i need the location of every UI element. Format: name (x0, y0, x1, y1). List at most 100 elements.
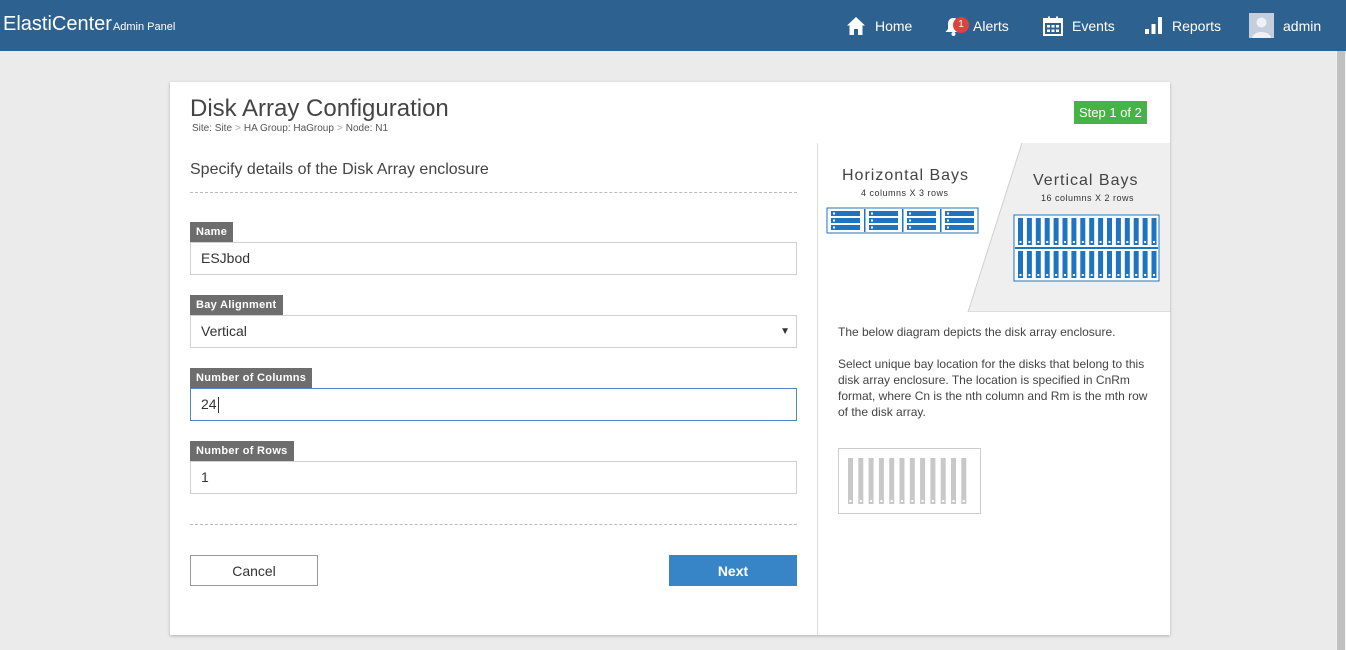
rows-input[interactable]: 1 (190, 461, 797, 494)
page-title: Disk Array Configuration (190, 95, 449, 122)
bay-slot (858, 458, 864, 504)
bay-slot-led (1081, 274, 1084, 276)
bay-slot (878, 458, 884, 504)
bay-slot-led (1090, 241, 1093, 243)
bay-slot (909, 458, 915, 504)
app-brand[interactable]: ElastiCenterAdmin Panel (3, 13, 175, 36)
bay-slot-led (1055, 241, 1058, 243)
top-navigation-bar: ElastiCenterAdmin Panel Home 1 Alerts Ev… (0, 0, 1346, 51)
bay-slot (848, 458, 853, 504)
rows-input-value: 1 (201, 469, 209, 485)
vertical-bays-title: Vertical Bays (1033, 172, 1139, 189)
bay-slot (1089, 251, 1095, 278)
avatar (1249, 13, 1274, 38)
nav-user-label: admin (1283, 17, 1322, 34)
bay-slot (1035, 218, 1041, 245)
bay-slot (1062, 251, 1068, 278)
bay-slot-led (1028, 241, 1031, 243)
app-title: ElastiCenter (3, 13, 112, 35)
bay-slot-led (890, 500, 893, 502)
bay-slot (1071, 218, 1077, 245)
divider (190, 192, 797, 193)
breadcrumb-node[interactable]: Node: N1 (346, 123, 388, 134)
bay-slot (1107, 251, 1112, 278)
bay-slot-led (1046, 274, 1049, 276)
nav-home-label: Home (875, 17, 913, 34)
bay-slot (1151, 251, 1157, 278)
bay-slot (1098, 251, 1104, 278)
bay-slot-led (870, 500, 873, 502)
bay-slot-led (1099, 274, 1102, 276)
cancel-button[interactable]: Cancel (190, 555, 318, 586)
bay-slot (1062, 218, 1068, 245)
bay-layout-illustration: Horizontal Bays 4 columns X 3 rows Verti… (818, 143, 1170, 312)
divider (190, 524, 797, 525)
breadcrumb-separator: > (336, 123, 343, 134)
bay-slot-led (901, 500, 903, 502)
bay-slot-led (1135, 241, 1138, 243)
nav-home[interactable]: Home (846, 0, 912, 51)
bay-slot-led (1028, 274, 1031, 276)
bay-alignment-select[interactable]: Vertical ▼ (190, 315, 797, 348)
bay-slot (1098, 218, 1104, 245)
bay-slot-led (1046, 241, 1049, 243)
horizontal-bays-graphic (826, 207, 979, 234)
bay-slot (1026, 218, 1032, 245)
bay-slot (1115, 218, 1121, 245)
nav-user-menu[interactable]: admin (1249, 0, 1321, 51)
bay-slot-led (1126, 241, 1129, 243)
next-button[interactable]: Next (669, 555, 797, 586)
bay-slot (1080, 218, 1086, 245)
nav-events[interactable]: Events (1043, 0, 1115, 51)
columns-input[interactable]: 24 (190, 388, 797, 421)
breadcrumb-site[interactable]: Site: Site (192, 123, 232, 134)
bay-slot-led (931, 500, 934, 502)
horizontal-bays-title: Horizontal Bays (842, 167, 970, 184)
bay-slot-led (1064, 241, 1066, 243)
disk-array-preview-graphic (848, 458, 967, 504)
nav-reports[interactable]: Reports (1144, 0, 1221, 51)
bay-slot-led (1117, 241, 1120, 243)
bay-slot-led (942, 500, 945, 502)
bay-slot-led (1108, 274, 1111, 276)
bay-slot (961, 458, 967, 504)
name-input[interactable]: ESJbod (190, 242, 797, 275)
columns-label: Number of Columns (190, 368, 313, 388)
section-title: Specify details of the Disk Array enclos… (190, 161, 489, 178)
bay-slot-led (1055, 274, 1058, 276)
bay-slot (1018, 251, 1023, 278)
bay-slot-led (911, 500, 914, 502)
bay-slot (889, 458, 895, 504)
bay-slot-led (1037, 274, 1040, 276)
bay-slot (1080, 251, 1086, 278)
bay-slot-led (1153, 274, 1155, 276)
bay-slot (868, 458, 874, 504)
bay-slot-led (1064, 274, 1066, 276)
bay-slot-led (921, 500, 924, 502)
scrollbar-thumb[interactable] (1337, 51, 1345, 650)
vertical-bays-graphic (1013, 214, 1160, 282)
bay-slot (1053, 251, 1059, 278)
bay-slot (930, 458, 936, 504)
bay-slot-led (1144, 274, 1147, 276)
bay-slot-led (849, 500, 852, 502)
diagram-description: The below diagram depicts the disk array… (838, 325, 1116, 339)
nav-alerts[interactable]: 1 Alerts (943, 0, 1009, 51)
bay-slot (1044, 251, 1050, 278)
bay-slot (1035, 251, 1041, 278)
horizontal-bays-subtitle: 4 columns X 3 rows (861, 188, 949, 198)
breadcrumb-ha-group[interactable]: HA Group: HaGroup (244, 123, 334, 134)
bay-slot (920, 458, 926, 504)
bay-slot (1044, 218, 1050, 245)
bay-slot-led (1019, 274, 1022, 276)
bay-slot-led (1117, 274, 1120, 276)
bay-slot-led (1072, 274, 1075, 276)
bay-slot-led (1019, 241, 1022, 243)
bay-slot (899, 458, 905, 504)
bay-slot (1107, 218, 1112, 245)
bay-slot-led (859, 500, 862, 502)
bay-slot (1115, 251, 1121, 278)
page-scrollbar[interactable] (1336, 51, 1346, 650)
bar-chart-icon (1144, 16, 1163, 35)
bay-slot (1142, 251, 1148, 278)
